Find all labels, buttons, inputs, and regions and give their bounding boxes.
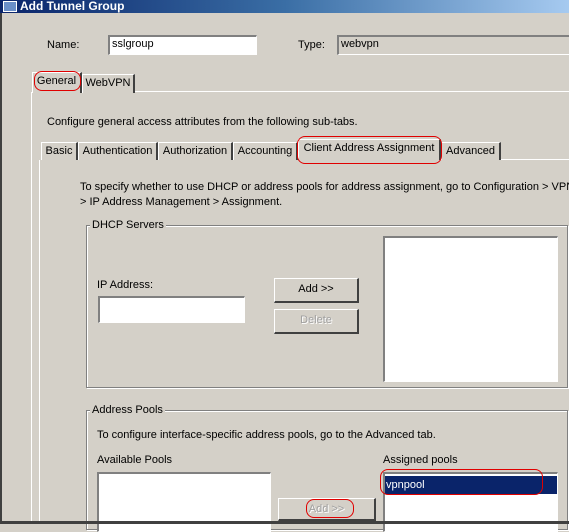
tab-webvpn-label: WebVPN	[85, 77, 131, 89]
window-left-border	[0, 13, 2, 524]
dhcp-add-button[interactable]: Add >>	[274, 278, 359, 303]
tab-webvpn[interactable]: WebVPN	[82, 74, 135, 93]
window-title: Add Tunnel Group	[20, 0, 125, 13]
subtab-panel-border	[501, 159, 569, 160]
general-description: Configure general access attributes from…	[47, 116, 358, 128]
address-pools-label: Address Pools	[90, 404, 165, 416]
subtab-advanced-label: Advanced	[446, 145, 495, 157]
type-label: Type:	[298, 39, 325, 51]
address-pools-info: To configure interface-specific address …	[97, 429, 436, 441]
subtab-advanced[interactable]: Advanced	[441, 142, 501, 160]
dhcp-delete-button[interactable]: Delete	[274, 309, 359, 334]
type-field: webvpn	[337, 35, 569, 55]
dhcp-servers-label: DHCP Servers	[90, 219, 166, 231]
subtab-basic-label: Basic	[45, 145, 73, 157]
subtab-authentication[interactable]: Authentication	[78, 142, 158, 160]
assignment-info-line1: To specify whether to use DHCP or addres…	[80, 181, 569, 193]
assigned-pool-item[interactable]: vpnpool	[385, 476, 557, 494]
assigned-pools-label: Assigned pools	[383, 454, 458, 466]
name-input[interactable]: sslgroup	[108, 35, 257, 55]
subtab-authorization[interactable]: Authorization	[158, 142, 233, 160]
dhcp-servers-list[interactable]	[383, 236, 558, 382]
subtab-client-address-assignment[interactable]: Client Address Assignment	[298, 139, 441, 160]
subtab-client-address-assignment-label: Client Address Assignment	[303, 142, 435, 154]
available-pools-label: Available Pools	[97, 454, 173, 466]
pools-add-button[interactable]: Add >>	[278, 498, 376, 521]
tab-panel-border	[135, 91, 569, 92]
assignment-info-line2: > IP Address Management > Assignment.	[80, 196, 283, 208]
app-icon	[3, 1, 17, 12]
tab-general[interactable]: General	[32, 72, 82, 93]
subtab-authorization-label: Authorization	[162, 145, 228, 157]
name-label: Name:	[47, 39, 80, 51]
ip-address-input[interactable]	[98, 296, 245, 323]
subtab-accounting[interactable]: Accounting	[233, 142, 298, 160]
title-bar[interactable]: Add Tunnel Group	[0, 0, 569, 13]
ip-address-label: IP Address:	[97, 279, 154, 291]
subtab-basic[interactable]: Basic	[41, 142, 78, 160]
tab-general-label: General	[36, 75, 77, 87]
tab-panel-left-border	[31, 92, 32, 524]
subtab-authentication-label: Authentication	[82, 145, 153, 157]
subtab-panel-left-border	[39, 160, 40, 524]
subtab-accounting-label: Accounting	[237, 145, 293, 157]
